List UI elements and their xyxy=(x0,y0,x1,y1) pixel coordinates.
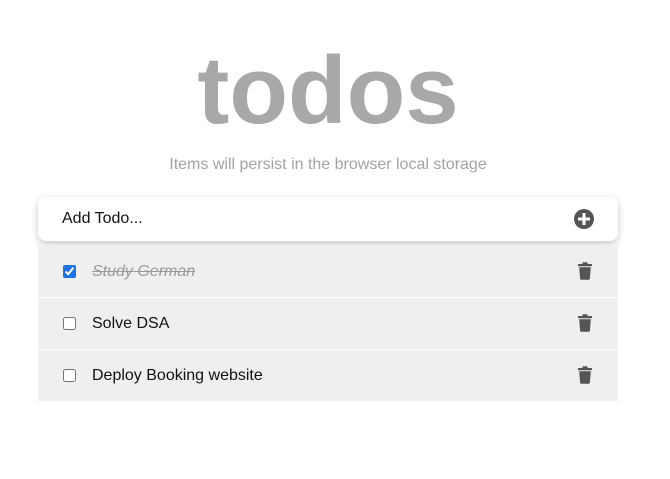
todo-checkbox[interactable] xyxy=(63,369,76,382)
plus-circle-icon[interactable] xyxy=(573,208,595,230)
page-subtitle: Items will persist in the browser local … xyxy=(169,156,487,173)
todo-app: todos Items will persist in the browser … xyxy=(0,0,670,479)
add-todo-input[interactable] xyxy=(38,197,558,241)
todo-label: Solve DSA xyxy=(92,315,170,332)
todo-item: Solve DSA xyxy=(38,298,618,350)
todo-item: Deploy Booking website xyxy=(38,350,618,401)
add-todo-bar xyxy=(38,197,618,241)
page-title: todos xyxy=(197,37,459,144)
trash-icon[interactable] xyxy=(577,314,593,332)
todo-label: Study German xyxy=(92,263,196,280)
trash-icon[interactable] xyxy=(577,262,593,280)
todo-label: Deploy Booking website xyxy=(92,367,263,384)
todo-list: Study German Solve DSA Deploy Booking we… xyxy=(38,246,618,401)
trash-icon[interactable] xyxy=(577,366,593,384)
todo-checkbox[interactable] xyxy=(63,265,76,278)
todo-checkbox[interactable] xyxy=(63,317,76,330)
todo-item: Study German xyxy=(38,246,618,298)
